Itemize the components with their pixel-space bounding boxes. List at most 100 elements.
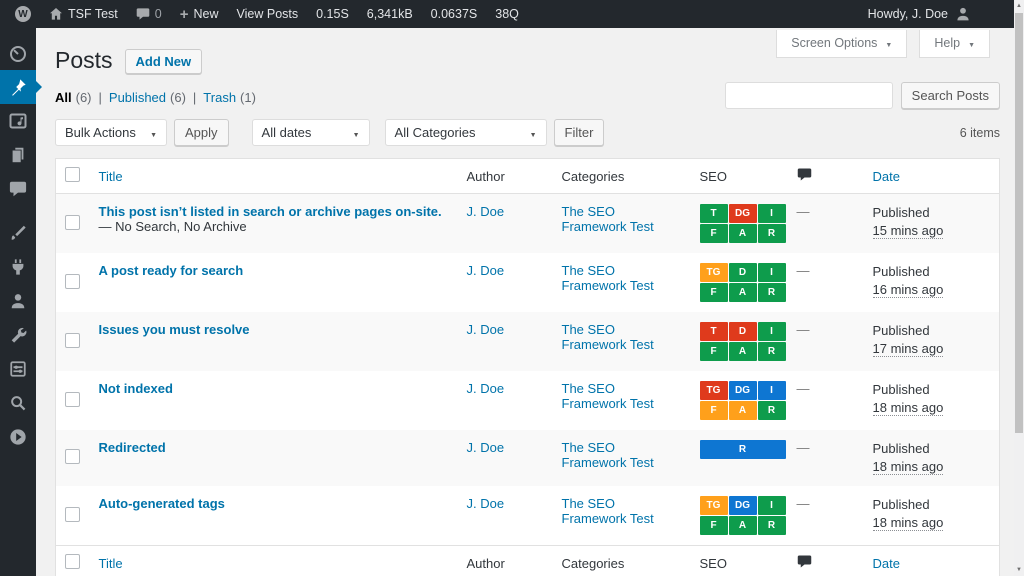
filter-button[interactable]: Filter (554, 119, 605, 146)
table-row: A post ready for search J. Doe The SEO Fra… (56, 253, 1000, 312)
column-author: Author (457, 159, 552, 194)
sidebar-collapse-menu-button[interactable] (0, 420, 36, 454)
view-posts-link[interactable]: View Posts (230, 0, 306, 28)
row-checkbox[interactable] (65, 215, 80, 230)
sidebar-item-tools[interactable] (0, 318, 36, 352)
author-link[interactable]: J. Doe (467, 440, 505, 455)
new-content-link[interactable]: + New (173, 0, 226, 28)
column-author: Author (457, 546, 552, 576)
seo-badge-tg: TG (700, 263, 728, 282)
sidebar-item-pages[interactable] (0, 138, 36, 172)
view-all-count: (6) (76, 90, 92, 105)
seo-badge-d: D (729, 263, 757, 282)
post-title-link[interactable]: Redirected (99, 440, 166, 455)
wp-logo-button[interactable]: W (8, 0, 38, 28)
author-link[interactable]: J. Doe (467, 204, 505, 219)
select-all-checkbox[interactable] (65, 167, 80, 182)
screen-options-button[interactable]: Screen Options (776, 30, 907, 58)
post-title-link[interactable]: Auto-generated tags (99, 496, 225, 511)
add-new-button[interactable]: Add New (125, 49, 203, 74)
seo-badge-r: R (700, 440, 786, 459)
table-row: Auto-generated tags J. Doe The SEO Framewo… (56, 486, 1000, 546)
category-link[interactable]: The SEO Framework Test (562, 322, 654, 352)
site-name-link[interactable]: TSF Test (42, 0, 125, 28)
view-published-link[interactable]: Published (109, 90, 166, 105)
post-title-link[interactable]: A post ready for search (99, 263, 244, 278)
bulk-actions-select[interactable]: Bulk Actions (55, 119, 167, 146)
post-status: Published (873, 263, 990, 281)
wordpress-logo-icon: W (15, 6, 31, 22)
row-checkbox[interactable] (65, 333, 80, 348)
author-link[interactable]: J. Doe (467, 263, 505, 278)
row-checkbox[interactable] (65, 274, 80, 289)
row-checkbox[interactable] (65, 449, 80, 464)
column-title-sort-link[interactable]: Title (99, 556, 123, 571)
category-link[interactable]: The SEO Framework Test (562, 496, 654, 526)
view-all-link[interactable]: All (55, 90, 72, 105)
comments-column-icon (797, 554, 812, 569)
debug-stat-memory: 6,341kB (360, 7, 420, 21)
my-account-link[interactable]: Howdy, J. Doe (861, 0, 978, 28)
scrollbar-thumb[interactable] (1015, 13, 1023, 433)
wrench-icon (9, 326, 27, 344)
comments-none: — (797, 322, 810, 337)
seo-badge-r: R (758, 342, 786, 361)
column-title-sort-link[interactable]: Title (99, 169, 123, 184)
sidebar-item-posts[interactable] (0, 70, 36, 104)
sidebar-item-settings[interactable] (0, 352, 36, 386)
admin-bar-left: W TSF Test 0 + New View Posts 0.15S 6,34… (8, 0, 861, 28)
main-content: Screen Options Help Posts Add New All (6… (36, 28, 1014, 576)
author-link[interactable]: J. Doe (467, 322, 505, 337)
scroll-down-arrow-icon[interactable]: ▼ (1014, 564, 1024, 576)
comments-icon (9, 180, 27, 198)
category-link[interactable]: The SEO Framework Test (562, 263, 654, 293)
pages-icon (9, 146, 27, 164)
post-title-link[interactable]: Not indexed (99, 381, 173, 396)
date-cell: Published18 mins ago (863, 430, 1000, 486)
post-title-link[interactable]: This post isn’t listed in search or arch… (99, 204, 442, 219)
seo-cell: TDIFAR (690, 312, 787, 371)
help-button[interactable]: Help (919, 30, 990, 58)
admin-bar-right: Howdy, J. Doe (861, 0, 978, 28)
row-checkbox[interactable] (65, 392, 80, 407)
seo-badge-dg: DG (729, 496, 757, 515)
sidebar-item-plugins[interactable] (0, 250, 36, 284)
post-date: 18 mins ago (873, 515, 944, 531)
column-date-sort-link[interactable]: Date (873, 169, 900, 184)
sidebar-item-dashboard[interactable] (0, 36, 36, 70)
author-link[interactable]: J. Doe (467, 496, 505, 511)
post-title-link[interactable]: Issues you must resolve (99, 322, 250, 337)
category-link[interactable]: The SEO Framework Test (562, 440, 654, 470)
sidebar-item-appearance[interactable] (0, 216, 36, 250)
seo-bar: TDGIFAR (700, 204, 789, 243)
chevron-down-icon (353, 125, 360, 140)
scroll-up-arrow-icon[interactable]: ▲ (1014, 0, 1024, 12)
collapse-menu-icon (9, 428, 27, 446)
column-date-sort-link[interactable]: Date (873, 556, 900, 571)
sidebar-item-search[interactable] (0, 386, 36, 420)
sidebar-item-comments[interactable] (0, 172, 36, 206)
debug-stat-query-time: 0.0637S (424, 7, 485, 21)
items-count: 6 items (960, 126, 1000, 140)
row-checkbox[interactable] (65, 507, 80, 522)
sidebar-item-media[interactable] (0, 104, 36, 138)
seo-badge-r: R (758, 516, 786, 535)
category-link[interactable]: The SEO Framework Test (562, 204, 654, 234)
categories-filter-select[interactable]: All Categories (385, 119, 547, 146)
seo-badge-t: T (700, 204, 728, 223)
author-link[interactable]: J. Doe (467, 381, 505, 396)
select-all-checkbox[interactable] (65, 554, 80, 569)
view-trash-link[interactable]: Trash (203, 90, 236, 105)
user-icon (9, 292, 27, 310)
search-input[interactable] (725, 82, 893, 109)
comments-cell: — (787, 486, 863, 546)
comments-admin-link[interactable]: 0 (129, 0, 169, 28)
vertical-scrollbar[interactable]: ▲ ▼ (1014, 0, 1024, 576)
dates-filter-select[interactable]: All dates (252, 119, 370, 146)
apply-button[interactable]: Apply (174, 119, 229, 146)
sidebar-item-users[interactable] (0, 284, 36, 318)
author-cell: J. Doe (457, 312, 552, 371)
comments-none: — (797, 263, 810, 278)
category-link[interactable]: The SEO Framework Test (562, 381, 654, 411)
search-posts-button[interactable]: Search Posts (901, 82, 1000, 109)
